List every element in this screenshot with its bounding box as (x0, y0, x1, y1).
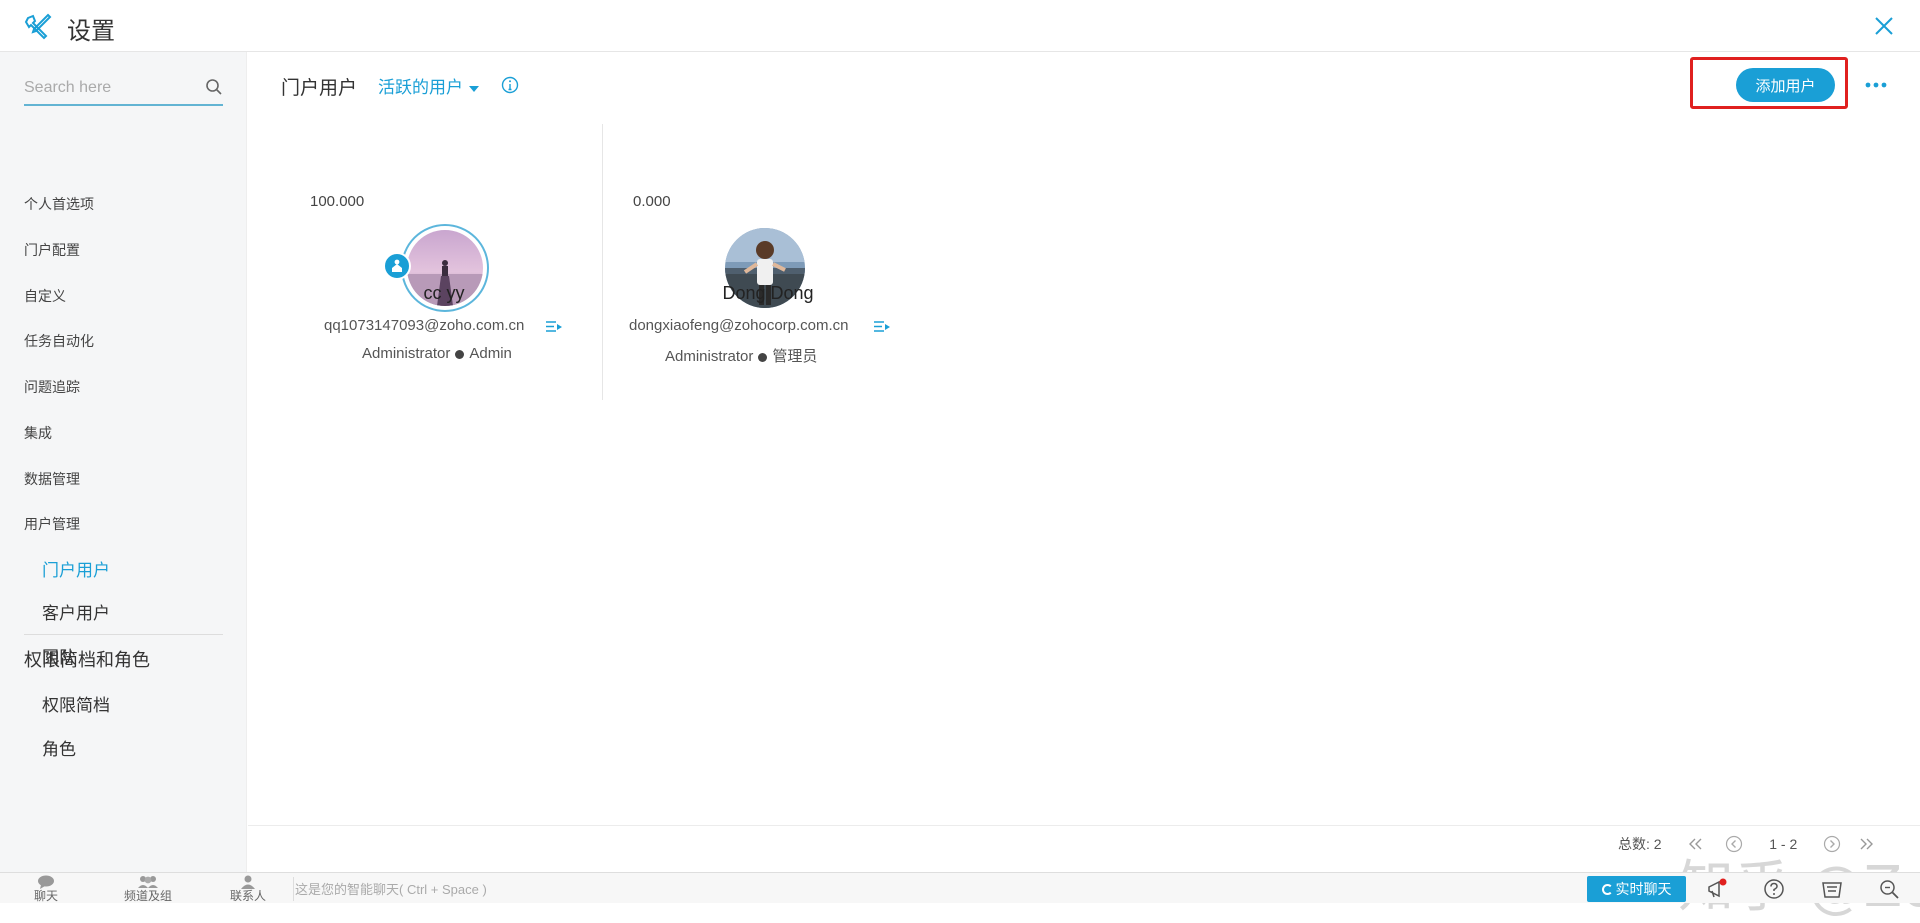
chevron-down-icon (469, 85, 479, 92)
user-filter-dropdown[interactable]: 活跃的用户 (378, 73, 479, 98)
pagination: 总数: 2 1 - 2 (1618, 834, 1875, 858)
sidebar-search (24, 72, 223, 106)
user-role: Administrator Admin (362, 345, 512, 362)
sidebar-item-integrations[interactable]: 集成 (24, 423, 52, 443)
bottombar-label: 聊天 (33, 889, 58, 903)
announcement-icon[interactable] (1705, 877, 1729, 901)
profile-label: Admin (469, 345, 512, 362)
sidebar-item-data-admin[interactable]: 数据管理 (24, 469, 80, 489)
admin-badge-icon (383, 252, 411, 280)
role-label: Administrator (362, 345, 451, 362)
bottombar-label: 频道及组 (123, 889, 172, 903)
first-page-icon[interactable] (1687, 837, 1703, 851)
sidebar-item-personal-preferences[interactable]: 个人首选项 (24, 194, 94, 214)
role-label: Administrator (665, 348, 754, 365)
bottom-chat-bar: 聊天 频道及组 联系人 实时聊天 (0, 872, 1920, 903)
user-card[interactable]: 0.000 Dong Dong dongxiaofeng@zohocorp.co… (603, 124, 933, 400)
main-content: 门户用户 活跃的用户 添加用户 100.000 cc yy qq10731470… (248, 52, 1920, 920)
sidebar-item-user-management[interactable]: 用户管理 (24, 514, 80, 534)
live-chat-label: 实时聊天 (1615, 881, 1672, 897)
bottombar-chats[interactable]: 聊天 (26, 873, 66, 904)
close-icon[interactable] (1872, 14, 1896, 38)
filter-label: 活跃的用户 (378, 78, 463, 97)
user-score: 100.000 (310, 193, 365, 210)
more-options-icon[interactable] (1864, 80, 1888, 90)
separator-dot (758, 352, 768, 362)
sidebar-divider (24, 634, 223, 635)
bottombar-channels[interactable]: 频道及组 (116, 873, 180, 904)
user-email: dongxiaofeng@zohocorp.com.cn (629, 317, 849, 334)
bottombar-separator (293, 877, 294, 901)
separator-dot (455, 349, 465, 359)
user-details-icon[interactable] (873, 320, 891, 334)
user-card[interactable]: 100.000 cc yy qq1073147093@zoho.com.cn A… (248, 124, 602, 400)
bottombar-label: 联系人 (229, 889, 266, 903)
info-icon[interactable] (501, 76, 519, 94)
settings-header: 设置 (0, 0, 1920, 52)
sidebar-item-automation[interactable]: 任务自动化 (24, 331, 94, 351)
sidebar-section-permissions[interactable]: 权限简档和角色 (24, 646, 150, 672)
user-name[interactable]: cc yy (248, 283, 640, 304)
tools-icon (24, 13, 52, 40)
sidebar-item-issue-tracking[interactable]: 问题追踪 (24, 377, 80, 397)
next-page-icon[interactable] (1823, 835, 1841, 853)
add-user-button[interactable]: 添加用户 (1736, 68, 1835, 102)
user-role: Administrator 管理员 (665, 345, 817, 366)
user-score: 0.000 (633, 193, 671, 210)
sidebar-item-portal-users[interactable]: 门户用户 (42, 556, 110, 581)
sidebar-item-client-users[interactable]: 客户用户 (42, 599, 110, 624)
sidebar-item-portal-config[interactable]: 门户配置 (24, 240, 80, 260)
page-title: 设置 (67, 18, 115, 45)
user-name[interactable]: Dong Dong (603, 283, 933, 304)
search-input[interactable] (24, 76, 194, 100)
section-title: 门户用户 (281, 78, 358, 99)
sidebar-item-customize[interactable]: 自定义 (24, 286, 66, 306)
user-details-icon[interactable] (545, 320, 563, 334)
previous-page-icon[interactable] (1725, 835, 1743, 853)
profile-label: 管理员 (772, 348, 818, 365)
live-chat-button[interactable]: 实时聊天 (1587, 876, 1686, 902)
search-zoom-icon[interactable] (1877, 877, 1901, 901)
sidebar-item-profiles[interactable]: 权限简档 (42, 691, 110, 716)
search-icon[interactable] (205, 78, 223, 96)
bottombar-contacts[interactable]: 联系人 (224, 873, 272, 904)
total-count: 总数: 2 (1618, 836, 1662, 852)
last-page-icon[interactable] (1859, 837, 1875, 851)
archive-icon[interactable] (1820, 877, 1844, 901)
smart-chat-input[interactable] (295, 878, 1575, 900)
content-footer-divider (248, 825, 1920, 826)
page-range: 1 - 2 (1769, 836, 1798, 852)
user-email: qq1073147093@zoho.com.cn (324, 317, 525, 334)
refresh-icon (1601, 884, 1613, 895)
help-icon[interactable] (1762, 877, 1786, 901)
settings-sidebar: 个人首选项 门户配置 自定义 任务自动化 问题追踪 集成 数据管理 用户管理 门… (0, 52, 247, 872)
sidebar-item-roles[interactable]: 角色 (42, 735, 76, 760)
